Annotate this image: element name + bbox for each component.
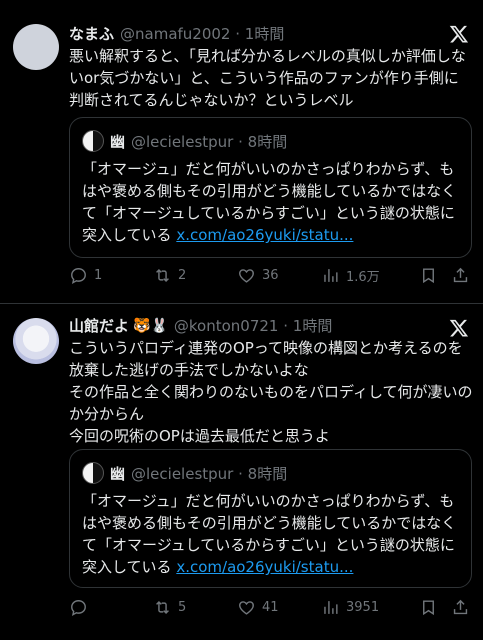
retweet-button[interactable]: 5 bbox=[153, 598, 186, 617]
retweet-count: 5 bbox=[178, 600, 187, 615]
tweet-1[interactable]: なまふ @namafu2002 · 1時間 悪い解釈すると、「見れば分かるレベル… bbox=[0, 0, 483, 304]
views-icon bbox=[324, 601, 338, 614]
retweet-icon bbox=[156, 600, 169, 615]
display-name[interactable]: 山館だよ bbox=[69, 315, 129, 336]
reply-icon bbox=[71, 600, 86, 616]
bookmark-button[interactable] bbox=[419, 598, 444, 617]
reply-count: 1 bbox=[94, 268, 103, 283]
handle-and-time[interactable]: @namafu2002 · 1時間 bbox=[120, 23, 284, 44]
views-icon bbox=[324, 269, 338, 282]
avatar[interactable] bbox=[13, 318, 59, 364]
display-name[interactable]: なまふ bbox=[69, 23, 114, 44]
quote-link[interactable]: x.com/ao26yuki/statu... bbox=[176, 558, 353, 576]
bookmark-icon bbox=[423, 268, 434, 284]
views-button[interactable]: 1.6万 bbox=[321, 266, 380, 285]
share-icon bbox=[453, 267, 468, 283]
quote-avatar bbox=[82, 130, 104, 152]
x-logo-icon bbox=[449, 319, 469, 337]
quote-display-name: 幽 bbox=[110, 464, 126, 483]
x-logo-icon bbox=[449, 25, 469, 43]
tweet-divider bbox=[0, 303, 483, 304]
reply-button[interactable]: 1 bbox=[69, 266, 102, 285]
quote-handle-and-time: @lecielestpur · 8時間 bbox=[131, 464, 288, 483]
quote-text: 「オマージュ」だと何がいいのかさっぱりわからず、もはや褒める側もその引用がどう機… bbox=[82, 490, 467, 578]
view-count: 3951 bbox=[346, 600, 380, 615]
quote-display-name: 幽 bbox=[110, 132, 126, 151]
share-button[interactable] bbox=[451, 266, 476, 285]
retweet-count: 2 bbox=[178, 268, 187, 283]
tweet-2[interactable]: 山館だよ 🐯🐰 @konton0721 · 1時間 こういうパロディ連発のOPっ… bbox=[0, 305, 483, 640]
reply-icon bbox=[71, 268, 86, 284]
quote-handle-and-time: @lecielestpur · 8時間 bbox=[131, 132, 288, 151]
quoted-tweet[interactable]: 幽 @lecielestpur · 8時間 「オマージュ」だと何がいいのかさっぱ… bbox=[69, 449, 472, 588]
name-emoji: 🐯🐰 bbox=[133, 317, 168, 334]
quoted-tweet[interactable]: 幽 @lecielestpur · 8時間 「オマージュ」だと何がいいのかさっぱ… bbox=[69, 117, 472, 258]
action-bar: 5 41 3951 bbox=[69, 598, 473, 620]
share-button[interactable] bbox=[451, 598, 476, 617]
bookmark-icon bbox=[423, 600, 434, 616]
action-bar: 1 2 36 1.6万 bbox=[69, 266, 473, 288]
handle-and-time[interactable]: @konton0721 · 1時間 bbox=[174, 315, 332, 336]
quote-avatar bbox=[82, 462, 104, 484]
like-count: 36 bbox=[262, 268, 279, 283]
like-count: 41 bbox=[262, 600, 279, 615]
bookmark-button[interactable] bbox=[419, 266, 444, 285]
like-button[interactable]: 41 bbox=[237, 598, 279, 617]
share-icon bbox=[453, 599, 468, 615]
quote-text: 「オマージュ」だと何がいいのかさっぱりわからず、もはや褒める側もその引用がどう機… bbox=[82, 158, 467, 246]
quote-link[interactable]: x.com/ao26yuki/statu... bbox=[176, 226, 353, 244]
view-count: 1.6万 bbox=[346, 270, 380, 285]
tweet-header: なまふ @namafu2002 · 1時間 bbox=[69, 23, 284, 44]
views-button[interactable]: 3951 bbox=[321, 598, 379, 617]
tweet-text: 悪い解釈すると、「見れば分かるレベルの真似しか評価しないor気づかない」と、こう… bbox=[69, 47, 466, 109]
like-icon bbox=[239, 269, 254, 283]
like-button[interactable]: 36 bbox=[237, 266, 279, 285]
avatar[interactable] bbox=[13, 24, 59, 70]
reply-button[interactable] bbox=[69, 598, 94, 617]
tweet-text: こういうパロディ連発のOPって映像の構図とか考えるのを放棄した逃げの手法でしかな… bbox=[69, 339, 473, 445]
like-icon bbox=[239, 601, 254, 615]
retweet-icon bbox=[156, 268, 169, 283]
tweet-header: 山館だよ 🐯🐰 @konton0721 · 1時間 bbox=[69, 315, 332, 336]
retweet-button[interactable]: 2 bbox=[153, 266, 186, 285]
